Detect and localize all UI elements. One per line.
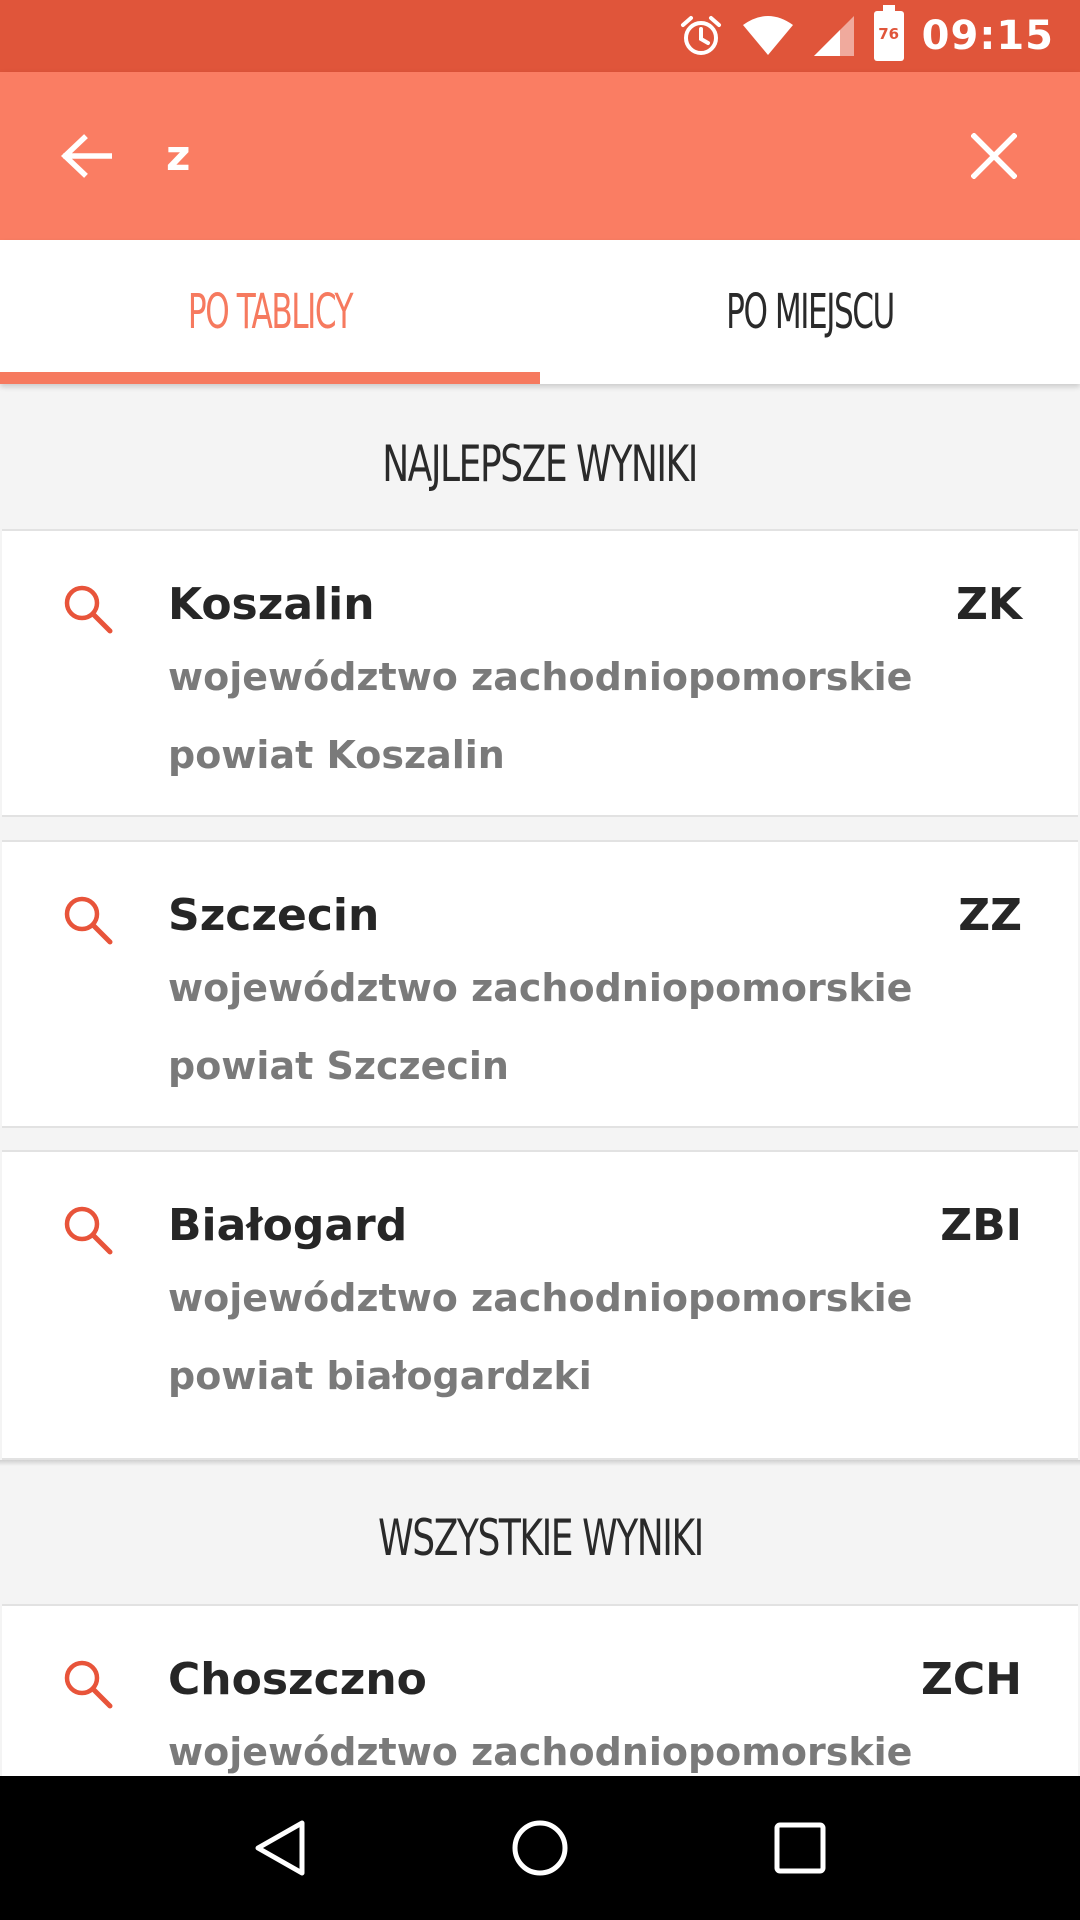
result-plate-code: ZCH [920, 1654, 1022, 1705]
result-county: powiat Koszalin [168, 733, 505, 777]
wifi-icon [742, 15, 794, 57]
back-button[interactable] [52, 122, 120, 190]
section-title-best: NAJLEPSZE WYNIKI [382, 435, 699, 493]
battery-level: 76 [878, 25, 900, 43]
result-county: powiat białogardzki [168, 1354, 592, 1398]
result-city: Szczecin [168, 890, 380, 941]
active-tab-indicator [0, 372, 540, 384]
square-recents-icon [774, 1822, 826, 1874]
nav-home-button[interactable] [490, 1798, 590, 1898]
search-icon [64, 585, 113, 634]
status-bar: 76 09:15 [0, 0, 1080, 72]
close-icon [971, 133, 1017, 179]
section-header-best: NAJLEPSZE WYNIKI [0, 394, 1080, 534]
result-county: powiat Szczecin [168, 1044, 509, 1088]
status-time: 09:15 [921, 13, 1054, 59]
triangle-back-icon [255, 1820, 305, 1876]
result-card[interactable]: Koszalin ZK województwo zachodniopomorsk… [2, 529, 1078, 817]
result-plate-code: ZK [956, 579, 1022, 630]
search-input[interactable] [166, 114, 866, 198]
result-plate-code: ZZ [958, 890, 1022, 941]
result-card[interactable]: Białogard ZBI województwo zachodniopomor… [2, 1150, 1078, 1460]
result-region: województwo zachodniopomorskie [168, 1276, 913, 1320]
result-city: Białogard [168, 1200, 408, 1251]
circle-home-icon [512, 1820, 568, 1876]
result-plate-code: ZBI [940, 1200, 1022, 1251]
result-region: województwo zachodniopomorskie [168, 1730, 913, 1774]
clear-button[interactable] [960, 122, 1028, 190]
alarm-icon [678, 13, 724, 59]
search-icon [64, 1206, 113, 1255]
search-icon [64, 896, 113, 945]
result-city: Koszalin [168, 579, 375, 630]
system-navigation-bar [0, 1776, 1080, 1920]
arrow-left-icon [61, 134, 112, 178]
section-header-all: WSZYSTKIE WYNIKI [0, 1468, 1080, 1608]
result-city: Choszczno [168, 1654, 427, 1705]
section-title-all: WSZYSTKIE WYNIKI [377, 1509, 704, 1567]
nav-recents-button[interactable] [750, 1798, 850, 1898]
result-region: województwo zachodniopomorskie [168, 655, 913, 699]
section-divider [0, 1460, 1080, 1466]
screen: 76 09:15 PO TABLICY PO MIEJSCU NAJLEPSZE… [0, 0, 1080, 1920]
result-region: województwo zachodniopomorskie [168, 966, 913, 1010]
tab-by-plate[interactable]: PO TABLICY [76, 240, 465, 384]
search-app-bar [0, 72, 1080, 240]
tab-bar: PO TABLICY PO MIEJSCU [0, 240, 1080, 384]
tab-by-place[interactable]: PO MIEJSCU [616, 240, 1005, 384]
search-icon [64, 1660, 113, 1709]
battery-icon: 76 [873, 5, 904, 61]
nav-back-button[interactable] [230, 1798, 330, 1898]
signal-icon [812, 14, 856, 58]
result-card[interactable]: Szczecin ZZ województwo zachodniopomorsk… [2, 840, 1078, 1128]
